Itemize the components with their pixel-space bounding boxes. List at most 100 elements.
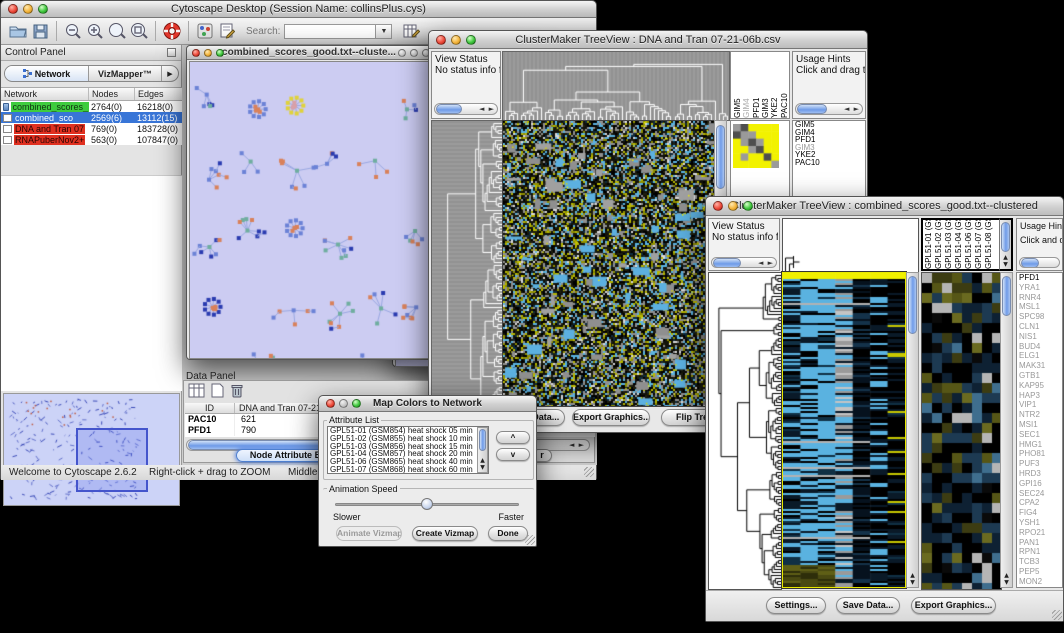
hscroll-arrows[interactable]: ◄ ► [479, 105, 495, 113]
tv2-gene-label[interactable]: YRA1 [1017, 283, 1062, 293]
tv2-collabel-vscrollbar[interactable]: ▲▼ [999, 218, 1013, 271]
tv2-gene-label[interactable]: CPA2 [1017, 498, 1062, 508]
tv2-gene-label[interactable]: PFD1 [1017, 273, 1062, 283]
tv2-column-labels[interactable]: GPL51-01 (GSM854)GPL51-02 (GSM855)GPL51-… [921, 218, 999, 271]
tv2-gene-label[interactable]: FIG4 [1017, 508, 1062, 518]
network-row[interactable]: DNA and Tran 07 769(0) 183728(0) [1, 123, 182, 134]
animation-slider[interactable] [335, 498, 519, 510]
tv2-gene-label[interactable]: TCB3 [1017, 557, 1062, 567]
close-button[interactable] [8, 4, 18, 14]
tv2-gene-label[interactable]: RNR4 [1017, 293, 1062, 303]
tv1-export-graphics-button[interactable]: Export Graphics... [572, 409, 650, 426]
tv2-gene-label[interactable]: HMG1 [1017, 440, 1062, 450]
tv2-settings-button[interactable]: Settings... [766, 597, 826, 614]
annotation-icon[interactable] [216, 21, 238, 41]
tv2-gene-label[interactable]: GPI16 [1017, 479, 1062, 489]
minimize-button[interactable] [728, 201, 738, 211]
tv2-gene-label[interactable]: GTB1 [1017, 371, 1062, 381]
close-button[interactable] [436, 35, 446, 45]
minimize-button[interactable] [23, 4, 33, 14]
tv2-gene-label[interactable]: MSI1 [1017, 420, 1062, 430]
tab-vizmapper[interactable]: VizMapper™ [89, 66, 162, 81]
vscroll-arrows[interactable]: ▲▼ [1001, 572, 1012, 586]
tv2-usage-hscroll[interactable] [1019, 257, 1060, 268]
network1-titlebar[interactable]: combined_scores_good.txt--cluste... [187, 46, 431, 60]
hscroll-arrows[interactable]: ◄ ► [569, 441, 585, 449]
tv1-usage-hscroll[interactable]: ◄ ► [795, 103, 863, 115]
tv1-row-dendrogram[interactable] [431, 120, 503, 407]
hscroll-thumb[interactable] [797, 104, 827, 114]
tv2-export-graphics-button[interactable]: Export Graphics... [911, 597, 996, 614]
tv1-heatmap[interactable] [502, 120, 715, 407]
tv2-gene-label[interactable]: YSH1 [1017, 518, 1062, 528]
network-row[interactable]: RNAPuberNov2+ 563(0) 107847(0) [1, 134, 182, 145]
zoom-button[interactable] [216, 49, 224, 57]
tv2-gene-label[interactable]: ELG1 [1017, 351, 1062, 361]
attribute-list-vscrollbar[interactable]: ▲▼ [477, 427, 488, 473]
tv2-save-data-button[interactable]: Save Data... [836, 597, 900, 614]
close-button[interactable] [326, 399, 335, 408]
vscroll-arrows[interactable]: ▲▼ [478, 457, 487, 471]
dialog-titlebar[interactable]: Map Colors to Network [319, 396, 536, 412]
vscroll-arrows[interactable]: ▲▼ [907, 572, 918, 586]
tv2-gene-label[interactable]: HAP3 [1017, 391, 1062, 401]
tv2-gene-label[interactable]: SEC24 [1017, 489, 1062, 499]
minimize-button[interactable] [339, 399, 348, 408]
tv2-gene-label[interactable]: HRD3 [1017, 469, 1062, 479]
hscroll-thumb[interactable] [436, 104, 462, 114]
hscroll-arrows[interactable]: ◄ ► [844, 105, 860, 113]
tab-more-button[interactable]: ▶ [162, 66, 178, 81]
tv2-gene-label[interactable]: CLN1 [1017, 322, 1062, 332]
vscroll-thumb[interactable] [908, 276, 917, 334]
attribute-listbox[interactable]: GPL51-01 (GSM854) heat shock 05 minGPL51… [327, 426, 489, 474]
animate-vizmap-button[interactable]: Animate Vizmap [336, 526, 402, 541]
zoom-button[interactable] [38, 4, 48, 14]
tv2-gene-label[interactable]: NIS1 [1017, 332, 1062, 342]
tv2-gene-label[interactable]: PUF3 [1017, 459, 1062, 469]
tv2-heatmap-vscrollbar[interactable]: ▲▼ [906, 272, 919, 588]
treeview2-titlebar[interactable]: ClusterMaker TreeView : combined_scores_… [706, 197, 1063, 216]
tv2-gene-label[interactable]: NTR2 [1017, 410, 1062, 420]
network-row[interactable]: combined_scores_ 2764(0) 16218(0) [1, 101, 182, 112]
tv2-column-dendrogram[interactable] [782, 218, 919, 273]
tv1-status-hscroll[interactable]: ◄ ► [434, 103, 498, 115]
zoom-in-icon[interactable] [84, 21, 106, 41]
tv2-global-vscrollbar[interactable]: ▲▼ [1000, 272, 1013, 588]
minimize-button[interactable] [451, 35, 461, 45]
tv2-gene-label[interactable]: MSL1 [1017, 302, 1062, 312]
vscroll-arrows[interactable]: ▲▼ [1000, 254, 1011, 268]
close-button[interactable] [398, 49, 406, 57]
minimize-button[interactable] [204, 49, 212, 57]
birdseye-viewport-rect[interactable] [76, 428, 148, 492]
zoom-fit-icon[interactable] [128, 21, 150, 41]
treeview1-titlebar[interactable]: ClusterMaker TreeView : DNA and Tran 07-… [429, 31, 867, 49]
vscroll-thumb[interactable] [479, 429, 486, 451]
table-icon[interactable] [188, 383, 205, 403]
tv2-global-heatmap[interactable] [921, 272, 1002, 590]
zoom-out-icon[interactable] [62, 21, 84, 41]
search-dropdown-button[interactable]: ▼ [376, 24, 392, 39]
move-up-button[interactable]: ^ [496, 431, 530, 444]
move-down-button[interactable]: v [496, 448, 530, 461]
tv1-column-dendrogram[interactable] [502, 51, 730, 121]
minimize-button[interactable] [410, 49, 418, 57]
zoom-selected-icon[interactable] [106, 21, 128, 41]
zoom-button[interactable] [743, 201, 753, 211]
tv2-gene-label[interactable]: PEP5 [1017, 567, 1062, 577]
float-panel-icon[interactable] [167, 48, 176, 57]
network-canvas[interactable] [189, 61, 431, 359]
new-page-icon[interactable] [211, 383, 224, 403]
tv2-gene-label[interactable]: VIP1 [1017, 400, 1062, 410]
tv2-gene-label[interactable]: MON2 [1017, 577, 1062, 587]
tv1-mini-heatmap[interactable] [733, 124, 779, 168]
trash-icon[interactable] [230, 383, 244, 403]
tv2-gene-label[interactable]: PAN1 [1017, 538, 1062, 548]
attribute-browser-icon[interactable] [400, 21, 422, 41]
done-button[interactable]: Done [488, 526, 528, 541]
main-titlebar[interactable]: Cytoscape Desktop (Session Name: collins… [1, 1, 596, 18]
tv2-gene-label[interactable]: MAK31 [1017, 361, 1062, 371]
hscroll-thumb[interactable] [1021, 258, 1039, 268]
hscroll-thumb[interactable] [713, 258, 741, 268]
vscroll-thumb[interactable] [1001, 222, 1010, 252]
tv2-gene-label[interactable]: RPN1 [1017, 547, 1062, 557]
